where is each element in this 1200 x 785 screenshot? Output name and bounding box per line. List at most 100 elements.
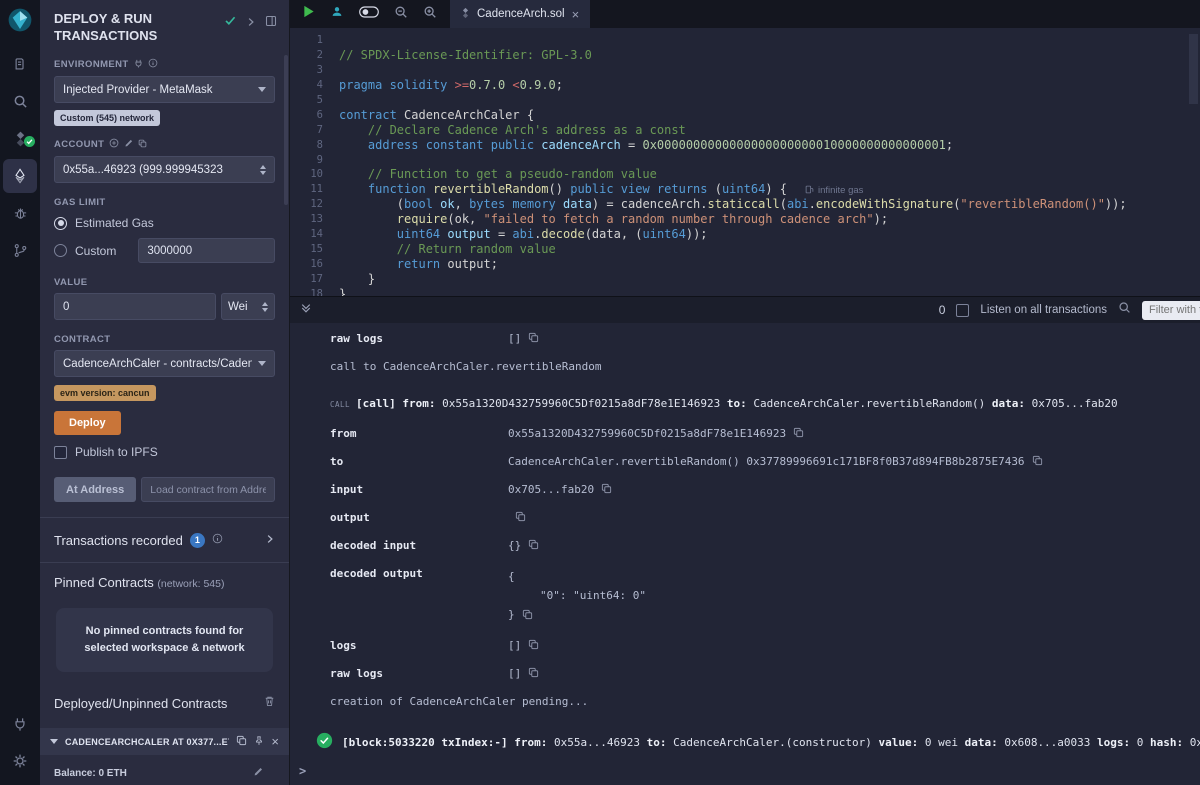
tab-bar: CadenceArch.sol × <box>290 0 1200 28</box>
at-address-input[interactable] <box>141 477 275 502</box>
pinned-empty-message: No pinned contracts found for selected w… <box>56 608 273 672</box>
deploy-button[interactable]: Deploy <box>54 411 121 435</box>
publish-ipfs-checkbox[interactable] <box>54 446 67 459</box>
value-unit-select[interactable]: Wei <box>221 293 275 320</box>
line-number: 4 <box>290 79 339 91</box>
forward-chevron-icon[interactable] <box>246 14 256 32</box>
updown-arrows-icon <box>260 165 266 175</box>
copy-icon[interactable] <box>528 332 539 343</box>
line-number: 12 <box>290 198 339 210</box>
copy-icon[interactable] <box>528 539 539 550</box>
custom-gas-input[interactable] <box>138 238 275 263</box>
info-icon[interactable] <box>148 58 158 71</box>
search-icon[interactable] <box>0 83 40 120</box>
close-icon[interactable]: × <box>271 735 279 748</box>
code-line: 7 // Declare Cadence Arch's address as a… <box>290 122 1200 137</box>
copy-icon[interactable] <box>522 609 533 620</box>
expand-chevron-icon[interactable] <box>265 531 275 549</box>
line-number: 6 <box>290 109 339 121</box>
status-check-icon <box>224 14 237 32</box>
deployed-contracts-title: Deployed/Unpinned Contracts <box>54 696 264 711</box>
line-number: 2 <box>290 49 339 61</box>
line-number: 3 <box>290 64 339 76</box>
zoom-in-icon[interactable] <box>423 5 437 24</box>
terminal-expand-icon[interactable] <box>300 301 312 319</box>
copy-icon[interactable] <box>515 511 526 522</box>
line-number: 1 <box>290 34 339 46</box>
tab-label: CadenceArch.sol <box>477 8 565 20</box>
copy-icon[interactable] <box>601 483 612 494</box>
estimated-gas-radio[interactable] <box>54 217 67 230</box>
code-line: 11 function revertibleRandom() public vi… <box>290 182 1200 197</box>
value-input[interactable] <box>54 293 216 320</box>
line-number: 9 <box>290 154 339 166</box>
contract-select[interactable]: CadenceArchCaler - contracts/CadenceArch… <box>54 350 275 377</box>
custom-gas-radio[interactable] <box>54 244 67 257</box>
file-explorer-icon[interactable] <box>0 46 40 83</box>
gas-limit-label: GAS LIMIT <box>54 197 275 208</box>
environment-label: ENVIRONMENT <box>54 58 275 71</box>
source-control-icon[interactable] <box>0 232 40 269</box>
close-icon[interactable]: × <box>572 8 580 21</box>
code-line: 2// SPDX-License-Identifier: GPL-3.0 <box>290 48 1200 63</box>
trash-icon[interactable] <box>264 694 275 712</box>
terminal-row: decoded output{"0": "uint64: 0"} <box>330 567 1200 624</box>
search-icon[interactable] <box>1118 301 1131 319</box>
tab-cadencearch-sol[interactable]: CadenceArch.sol × <box>450 0 590 28</box>
code-line: 16 return output; <box>290 256 1200 271</box>
transactions-recorded-label: Transactions recorded <box>54 533 183 548</box>
code-line: 8 address constant public cadenceArch = … <box>290 137 1200 152</box>
chevron-down-icon[interactable] <box>50 739 58 744</box>
pin-view-icon[interactable] <box>265 14 277 32</box>
listen-all-checkbox[interactable] <box>956 304 969 317</box>
terminal-filter-input[interactable] <box>1142 301 1200 320</box>
solidity-compiler-icon[interactable] <box>0 120 40 157</box>
deploy-run-icon[interactable] <box>3 159 37 193</box>
gas-icon <box>805 185 814 194</box>
copy-icon[interactable] <box>793 427 804 438</box>
copy-icon[interactable] <box>1032 455 1043 466</box>
publish-accounts-icon[interactable] <box>330 5 344 23</box>
copy-icon[interactable] <box>528 639 539 650</box>
copy-icon[interactable] <box>138 139 147 151</box>
copy-icon[interactable] <box>236 733 247 751</box>
code-line: 9 <box>290 152 1200 167</box>
preview-toggle-icon[interactable] <box>359 5 379 23</box>
add-account-icon[interactable] <box>109 138 119 151</box>
line-number: 15 <box>290 243 339 255</box>
estimated-gas-text: Estimated Gas <box>75 216 154 230</box>
sidebar-scrollbar[interactable] <box>284 55 288 205</box>
settings-icon[interactable] <box>0 742 40 779</box>
run-script-icon[interactable] <box>303 5 315 23</box>
contract-label: CONTRACT <box>54 334 275 345</box>
edit-icon[interactable] <box>124 139 133 151</box>
environment-select[interactable]: Injected Provider - MetaMask <box>54 76 275 103</box>
info-icon[interactable] <box>212 531 223 549</box>
debugger-icon[interactable] <box>0 195 40 232</box>
account-select[interactable]: 0x55a...46923 (999.999945323 <box>54 156 275 183</box>
chevron-down-icon <box>258 87 266 92</box>
remix-logo-icon[interactable] <box>7 7 33 38</box>
pin-icon[interactable] <box>254 733 264 751</box>
terminal-prompt[interactable]: > <box>299 764 306 778</box>
zoom-out-icon[interactable] <box>394 5 408 24</box>
terminal-row: creation of CadenceArchCaler pending... <box>330 695 1200 708</box>
plugin-manager-icon[interactable] <box>0 705 40 742</box>
listen-all-label: Listen on all transactions <box>980 304 1107 316</box>
code-editor[interactable]: 12// SPDX-License-Identifier: GPL-3.034p… <box>290 28 1200 296</box>
edit-icon[interactable] <box>253 764 263 782</box>
transactions-count-badge: 1 <box>190 533 205 548</box>
copy-icon[interactable] <box>528 667 539 678</box>
code-line: 3 <box>290 63 1200 78</box>
deployed-contract-row[interactable]: CADENCEARCHCALER AT 0X377...E7436 (BLOCK… <box>40 728 289 755</box>
terminal-row: input0x705...fab20 <box>330 483 1200 496</box>
at-address-button[interactable]: At Address <box>54 477 136 502</box>
terminal[interactable]: raw logs[]call to CadenceArchCaler.rever… <box>290 323 1200 785</box>
network-badge: Custom (545) network <box>54 110 160 126</box>
gas-estimate-hint: infinite gas <box>805 185 863 196</box>
success-check-icon <box>316 732 333 749</box>
main-area: CadenceArch.sol × 1 2// SPDX-License-Iden… <box>290 0 1200 785</box>
remix-ide: DEPLOY & RUN TRANSACTIONS ENVIRONMENT In… <box>0 0 1200 785</box>
editor-scrollbar[interactable] <box>1189 34 1198 104</box>
terminal-row: logs[] <box>330 639 1200 652</box>
